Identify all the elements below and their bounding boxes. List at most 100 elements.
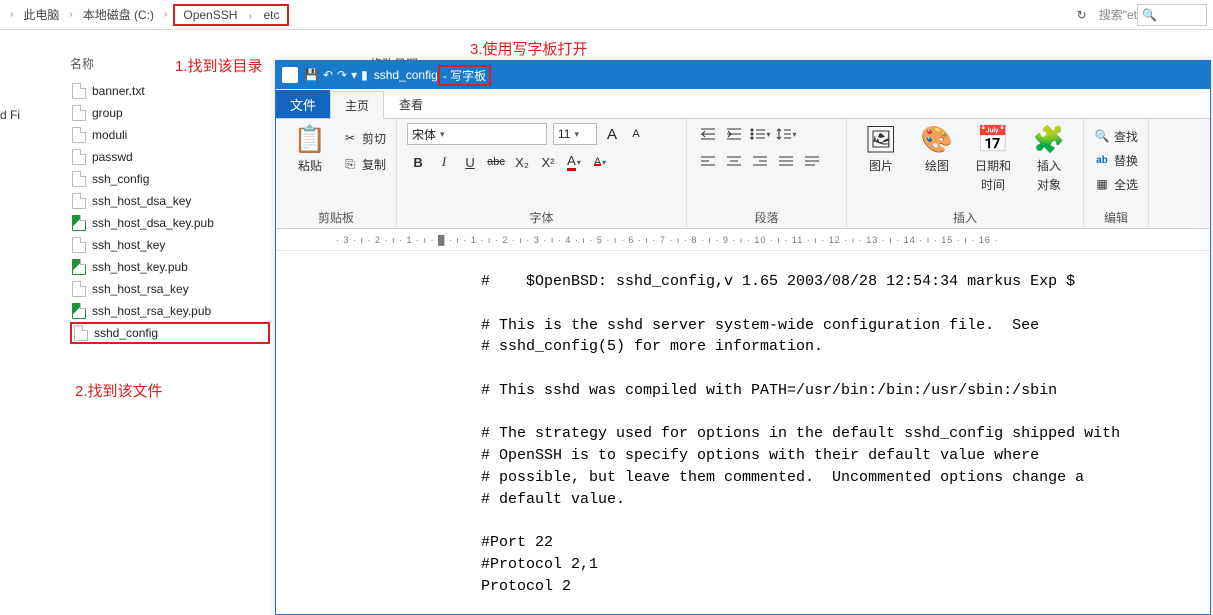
underline-button[interactable]: U [459, 151, 481, 173]
file-row[interactable]: ssh_host_rsa_key [70, 278, 270, 300]
chevron-down-icon: ▾ [577, 158, 581, 167]
group-label: 插入 [857, 205, 1073, 226]
undo-icon[interactable]: ↶ [323, 68, 333, 82]
paragraph-dialog-button[interactable] [801, 151, 823, 173]
paste-button[interactable]: 📋 粘贴 [286, 123, 334, 174]
italic-button[interactable]: I [433, 151, 455, 173]
quick-access-toolbar: 💾 ↶ ↷ ▾ ▮ [304, 68, 368, 82]
file-name: ssh_host_key [92, 238, 165, 252]
grow-font-button[interactable]: A [603, 125, 621, 143]
document-area: · 3 · ı · 2 · ı · 1 · ı · █ · ı · 1 · ı … [276, 229, 1210, 614]
file-name: ssh_host_dsa_key [92, 194, 191, 208]
bullet-list-button[interactable]: ▾ [749, 123, 771, 145]
app-icon [282, 67, 298, 83]
insert-paint-button[interactable]: 🎨绘图 [913, 123, 961, 174]
file-icon [72, 127, 86, 143]
object-icon: 🧩 [1033, 123, 1065, 155]
decrease-indent-button[interactable] [697, 123, 719, 145]
file-icon [74, 325, 88, 341]
replace-button[interactable]: ab替换 [1094, 149, 1138, 171]
ruler[interactable]: · 3 · ı · 2 · ı · 1 · ı · █ · ı · 1 · ı … [276, 229, 1210, 251]
chevron-right-icon: › [6, 9, 17, 20]
bold-button[interactable]: B [407, 151, 429, 173]
file-row[interactable]: group [70, 102, 270, 124]
file-name: moduli [92, 128, 127, 142]
window-title: sshd_config - 写字板 [374, 65, 491, 86]
column-header-name[interactable]: 名称 [70, 55, 94, 72]
file-row[interactable]: banner.txt [70, 80, 270, 102]
breadcrumb-item[interactable]: OpenSSH [179, 6, 241, 24]
save-icon[interactable]: 💾 [304, 68, 319, 82]
search-icon: 🔍 [1142, 8, 1157, 22]
subscript-button[interactable]: X₂ [511, 151, 533, 173]
breadcrumb: › 此电脑 › 本地磁盘 (C:) › OpenSSH › etc [6, 4, 289, 26]
publisher-file-icon [72, 215, 86, 231]
font-name-combo[interactable]: 宋体▾ [407, 123, 547, 145]
title-bar: 💾 ↶ ↷ ▾ ▮ sshd_config - 写字板 [276, 61, 1210, 89]
insert-object-button[interactable]: 🧩插入对象 [1025, 123, 1073, 193]
group-clipboard: 📋 粘贴 ✂剪切 ⎘复制 剪贴板 [276, 119, 397, 228]
tab-home[interactable]: 主页 [330, 91, 384, 119]
select-all-button[interactable]: ▦全选 [1094, 173, 1138, 195]
line-spacing-button[interactable]: ▾ [775, 123, 797, 145]
paint-icon: 🎨 [921, 123, 953, 155]
nav-pane-truncated: d Fi [0, 108, 20, 122]
copy-icon: ⎘ [342, 156, 358, 172]
file-row[interactable]: moduli [70, 124, 270, 146]
search-label: 搜索"et [1099, 6, 1137, 23]
insert-datetime-button[interactable]: 📅日期和时间 [969, 123, 1017, 193]
align-left-button[interactable] [697, 151, 719, 173]
file-name: sshd_config [94, 326, 158, 340]
file-icon [72, 237, 86, 253]
group-insert: 🖼图片 🎨绘图 📅日期和时间 🧩插入对象 插入 [847, 119, 1084, 228]
font-color-button[interactable]: A▾ [563, 151, 585, 173]
file-row[interactable]: ssh_host_dsa_key [70, 190, 270, 212]
chevron-down-icon: ▾ [793, 130, 797, 139]
align-center-button[interactable] [723, 151, 745, 173]
tab-file[interactable]: 文件 [276, 90, 330, 118]
document-content[interactable]: # $OpenBSD: sshd_config,v 1.65 2003/08/2… [276, 251, 1210, 597]
file-row[interactable]: passwd [70, 146, 270, 168]
file-row[interactable]: ssh_host_dsa_key.pub [70, 212, 270, 234]
increase-indent-button[interactable] [723, 123, 745, 145]
address-bar: › 此电脑 › 本地磁盘 (C:) › OpenSSH › etc ↻ 搜索"e… [0, 0, 1213, 30]
group-paragraph: ▾ ▾ 段落 [687, 119, 847, 228]
superscript-button[interactable]: X² [537, 151, 559, 173]
file-name: ssh_host_rsa_key.pub [92, 304, 211, 318]
picture-icon: 🖼 [865, 123, 897, 155]
search-input[interactable]: 🔍 [1137, 4, 1207, 26]
copy-button[interactable]: ⎘复制 [342, 153, 386, 175]
breadcrumb-item[interactable]: 本地磁盘 (C:) [79, 4, 158, 25]
file-row[interactable]: ssh_host_key [70, 234, 270, 256]
breadcrumb-item[interactable]: 此电脑 [19, 4, 63, 25]
title-appname-highlight: - 写字板 [438, 65, 491, 86]
file-row[interactable]: sshd_config [70, 322, 270, 344]
align-justify-button[interactable] [775, 151, 797, 173]
tab-view[interactable]: 查看 [384, 90, 438, 118]
chevron-right-icon: › [160, 9, 171, 20]
file-icon [72, 149, 86, 165]
file-row[interactable]: ssh_host_key.pub [70, 256, 270, 278]
find-button[interactable]: 🔍查找 [1094, 125, 1138, 147]
chevron-right-icon: › [245, 11, 256, 22]
publisher-file-icon [72, 303, 86, 319]
shrink-font-button[interactable]: A [627, 125, 645, 143]
chevron-down-icon: ▾ [767, 130, 771, 139]
chevron-down-icon: ▾ [440, 129, 445, 140]
redo-icon[interactable]: ↷ [337, 68, 347, 82]
font-size-combo[interactable]: 11▾ [553, 123, 597, 145]
align-right-button[interactable] [749, 151, 771, 173]
qat-dropdown-icon[interactable]: ▾ [351, 68, 357, 82]
file-row[interactable]: ssh_config [70, 168, 270, 190]
file-row[interactable]: ssh_host_rsa_key.pub [70, 300, 270, 322]
chevron-down-icon: ▾ [602, 158, 606, 167]
breadcrumb-item[interactable]: etc [259, 6, 283, 24]
insert-picture-button[interactable]: 🖼图片 [857, 123, 905, 174]
cut-button[interactable]: ✂剪切 [342, 127, 386, 149]
highlight-button[interactable]: A▾ [589, 151, 611, 173]
group-edit: 🔍查找 ab替换 ▦全选 编辑 [1084, 119, 1149, 228]
file-icon [72, 193, 86, 209]
refresh-icon[interactable]: ↻ [1077, 8, 1087, 22]
strikethrough-button[interactable]: abc [485, 151, 507, 173]
publisher-file-icon [72, 259, 86, 275]
